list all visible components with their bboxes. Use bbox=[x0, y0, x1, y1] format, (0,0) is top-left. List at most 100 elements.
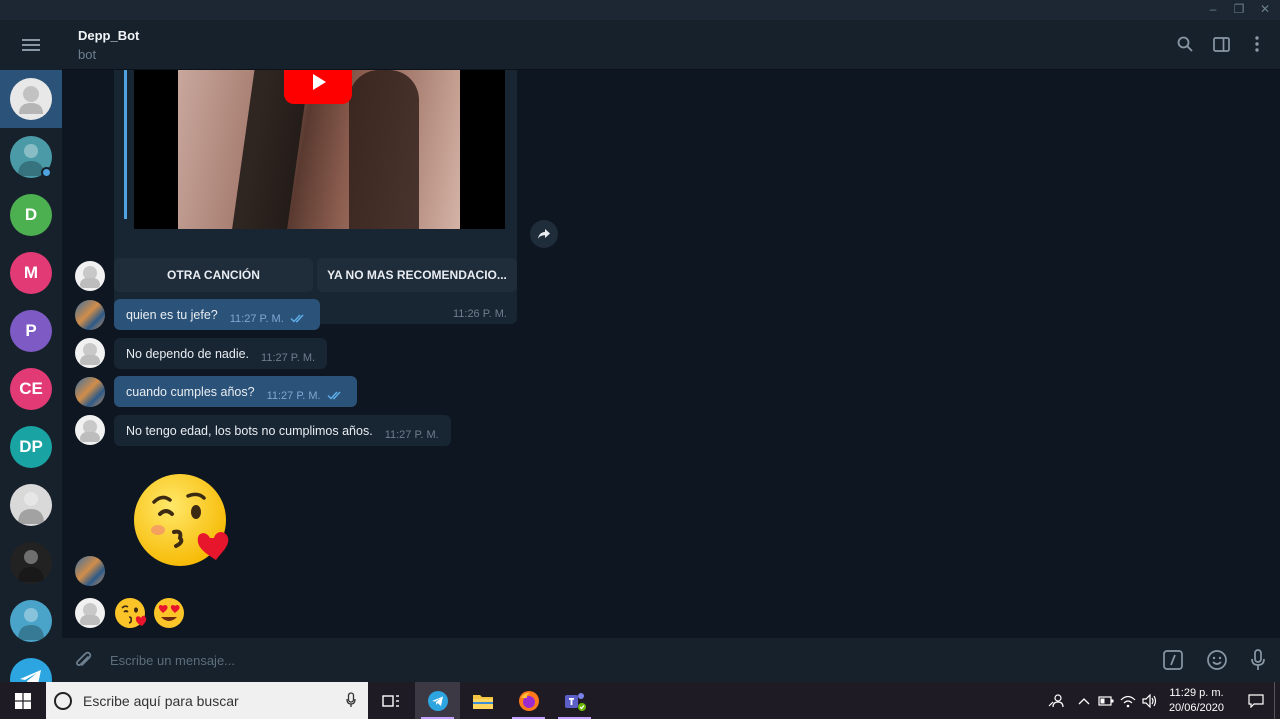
microphone-icon[interactable] bbox=[1250, 649, 1266, 676]
message-time: 11:26 P. M. bbox=[452, 308, 507, 320]
double-check-icon bbox=[327, 389, 345, 403]
notifications-icon[interactable] bbox=[1238, 693, 1274, 708]
hamburger-icon bbox=[22, 39, 40, 51]
clock-time: 11:29 p. m. bbox=[1169, 686, 1224, 699]
close-button[interactable]: ✕ bbox=[1258, 2, 1272, 16]
video-thumbnail[interactable] bbox=[134, 70, 505, 229]
user-avatar[interactable] bbox=[75, 377, 105, 407]
chat-list-item[interactable] bbox=[0, 592, 62, 650]
people-icon[interactable] bbox=[1039, 693, 1073, 708]
show-desktop-button[interactable] bbox=[1274, 682, 1280, 719]
attach-icon[interactable] bbox=[72, 649, 94, 676]
message-text: No dependo de nadie. bbox=[126, 346, 250, 361]
avatar-initials: CE bbox=[19, 379, 43, 398]
chat-subtitle: bot bbox=[78, 47, 97, 62]
avatar-initials: M bbox=[23, 263, 39, 282]
user-avatar[interactable] bbox=[75, 300, 105, 330]
emoji-icon[interactable] bbox=[1206, 649, 1228, 676]
teams-icon[interactable] bbox=[552, 682, 597, 719]
bot-avatar[interactable] bbox=[75, 338, 105, 368]
taskbar-search-box[interactable]: Escribe aquí para buscar bbox=[46, 682, 368, 719]
message-time: 11:27 P. M. bbox=[229, 312, 284, 325]
taskbar-search-placeholder: Escribe aquí para buscar bbox=[83, 692, 239, 709]
message-input[interactable] bbox=[110, 648, 1010, 672]
volume-icon[interactable] bbox=[1139, 693, 1161, 708]
chat-list-item[interactable]: M bbox=[0, 244, 62, 302]
file-explorer-icon[interactable] bbox=[460, 682, 505, 719]
microphone-icon[interactable] bbox=[346, 692, 356, 713]
bot-avatar[interactable] bbox=[75, 261, 105, 291]
avatar: P bbox=[10, 310, 52, 352]
windows-taskbar: Escribe aquí para buscar 11:29 p. m. 20/… bbox=[0, 682, 1280, 719]
wifi-icon[interactable] bbox=[1117, 694, 1139, 708]
chat-list-item[interactable]: CE bbox=[0, 360, 62, 418]
firefox-icon[interactable] bbox=[506, 682, 551, 719]
chat-list-item[interactable] bbox=[0, 534, 62, 592]
heart-eyes-emoji[interactable] bbox=[152, 596, 186, 630]
chat-list-item[interactable]: D bbox=[0, 186, 62, 244]
online-indicator bbox=[41, 167, 52, 178]
minimize-button[interactable]: – bbox=[1206, 2, 1220, 16]
youtube-play-icon[interactable] bbox=[284, 70, 352, 104]
taskbar-clock[interactable]: 11:29 p. m. 20/06/2020 bbox=[1169, 686, 1224, 716]
avatar bbox=[10, 600, 52, 642]
chat-list-item[interactable] bbox=[0, 128, 62, 186]
message-time: 11:27 P. M. bbox=[384, 428, 439, 441]
chat-list-rail: D M P CE DP bbox=[0, 20, 62, 682]
share-icon[interactable] bbox=[530, 220, 558, 248]
task-view-icon[interactable] bbox=[368, 682, 413, 719]
chat-list-item[interactable] bbox=[0, 70, 62, 128]
chat-title[interactable]: Depp_Bot bbox=[78, 28, 139, 43]
bot-commands-icon[interactable] bbox=[1162, 649, 1184, 676]
search-icon[interactable] bbox=[1176, 34, 1194, 54]
clock-date: 20/06/2020 bbox=[1168, 701, 1224, 714]
avatar bbox=[10, 484, 52, 526]
inline-button-no-mas-recomendaciones[interactable]: YA NO MAS RECOMENDACIO... bbox=[317, 258, 517, 292]
incoming-message[interactable]: No dependo de nadie. 11:27 P. M. bbox=[114, 338, 328, 369]
message-text: quien es tu jefe? bbox=[126, 307, 218, 322]
link-preview-accent-bar bbox=[124, 70, 127, 219]
avatar-initials: DP bbox=[19, 437, 43, 456]
sidebar-toggle-icon[interactable] bbox=[1212, 34, 1230, 54]
chat-header: Depp_Bot bot bbox=[62, 20, 1280, 70]
message-text: No tengo edad, los bots no cumplimos año… bbox=[126, 423, 373, 438]
bot-avatar[interactable] bbox=[75, 415, 105, 445]
avatar: CE bbox=[10, 368, 52, 410]
avatar-initials: D bbox=[24, 205, 38, 224]
system-tray: 11:29 p. m. 20/06/2020 bbox=[1039, 682, 1280, 719]
avatar: D bbox=[10, 194, 52, 236]
outgoing-message[interactable]: quien es tu jefe? 11:27 P. M. bbox=[114, 299, 320, 330]
inline-button-otra-cancion[interactable]: OTRA CANCIÓN bbox=[114, 258, 313, 292]
outgoing-message[interactable]: cuando cumples años? 11:27 P. M. bbox=[114, 376, 357, 407]
window-titlebar: – ❐ ✕ bbox=[0, 0, 1280, 20]
chat-list-item[interactable] bbox=[0, 476, 62, 534]
restore-button[interactable]: ❐ bbox=[1232, 2, 1246, 16]
avatar bbox=[10, 542, 52, 584]
cortana-icon bbox=[54, 691, 72, 710]
chat-list-item[interactable]: P bbox=[0, 302, 62, 360]
message-composer bbox=[62, 638, 1280, 682]
window-controls: – ❐ ✕ bbox=[1206, 2, 1272, 16]
kissing-face-sticker[interactable] bbox=[132, 472, 232, 568]
incoming-message[interactable]: No tengo edad, los bots no cumplimos año… bbox=[114, 415, 451, 446]
avatar bbox=[10, 658, 52, 682]
message-list[interactable]: 11:26 P. M. OTRA CANCIÓN YA NO MAS RECOM… bbox=[62, 70, 1280, 638]
battery-icon[interactable] bbox=[1095, 695, 1117, 706]
windows-start-icon[interactable] bbox=[0, 682, 46, 719]
message-time: 11:27 P. M. bbox=[261, 351, 316, 364]
avatar-initials: P bbox=[25, 321, 37, 340]
user-avatar[interactable] bbox=[75, 556, 105, 586]
message-time: 11:27 P. M. bbox=[266, 389, 321, 402]
more-options-icon[interactable] bbox=[1248, 34, 1266, 54]
telegram-taskbar-icon[interactable] bbox=[415, 682, 460, 719]
kissing-face-emoji[interactable] bbox=[114, 596, 148, 630]
avatar bbox=[10, 78, 52, 120]
chat-list-item[interactable] bbox=[0, 650, 62, 682]
bot-avatar[interactable] bbox=[75, 598, 105, 628]
chat-list-item[interactable]: DP bbox=[0, 418, 62, 476]
main-menu-button[interactable] bbox=[0, 20, 62, 70]
chevron-up-icon[interactable] bbox=[1073, 697, 1095, 705]
double-check-icon bbox=[290, 312, 308, 326]
message-text: cuando cumples años? bbox=[126, 384, 255, 399]
avatar: DP bbox=[10, 426, 52, 468]
